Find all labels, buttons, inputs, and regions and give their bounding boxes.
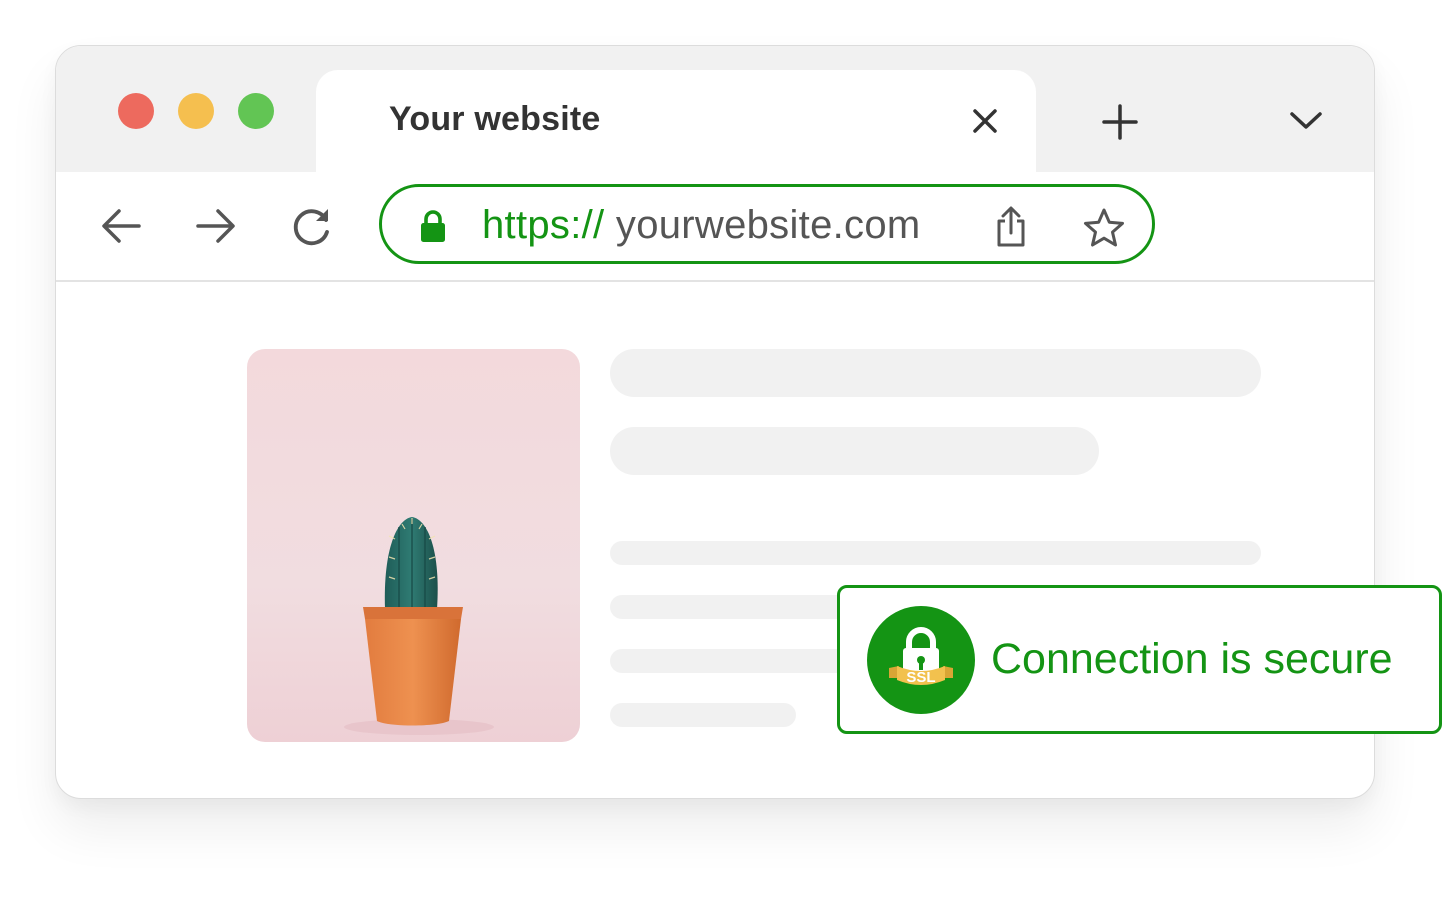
close-icon[interactable] xyxy=(971,107,999,135)
url-text[interactable]: https:// yourwebsite.com xyxy=(482,203,921,248)
share-icon[interactable] xyxy=(992,205,1030,249)
lock-icon xyxy=(421,210,445,242)
tab-title: Your website xyxy=(389,100,601,138)
title-bar: Your website xyxy=(56,46,1374,180)
close-window-button[interactable] xyxy=(118,93,154,129)
reload-icon[interactable] xyxy=(290,204,334,248)
arrow-right-icon[interactable] xyxy=(194,204,238,248)
ssl-text: SSL xyxy=(906,669,935,686)
placeholder-line xyxy=(610,703,796,727)
browser-toolbar: https:// yourwebsite.com xyxy=(56,172,1374,282)
secure-message: Connection is secure xyxy=(991,635,1393,683)
star-icon[interactable] xyxy=(1083,207,1125,249)
browser-tab[interactable]: Your website xyxy=(316,70,1036,180)
url-host: yourwebsite.com xyxy=(615,203,921,247)
chevron-down-icon[interactable] xyxy=(1289,110,1323,132)
zoom-window-button[interactable] xyxy=(238,93,274,129)
plus-icon[interactable] xyxy=(1101,103,1139,141)
ssl-label: SSL xyxy=(906,669,935,686)
arrow-left-icon[interactable] xyxy=(99,204,143,248)
placeholder-line xyxy=(610,541,1261,565)
url-scheme: https:// xyxy=(482,203,605,247)
address-bar[interactable]: https:// yourwebsite.com xyxy=(379,184,1155,264)
stage: Your website https:// yourwebsite.com SS… xyxy=(0,0,1443,900)
placeholder-line xyxy=(610,427,1099,475)
minimize-window-button[interactable] xyxy=(178,93,214,129)
placeholder-line xyxy=(610,349,1261,397)
cactus-image xyxy=(247,349,580,742)
secure-connection-card: SSL Connection is secure xyxy=(837,585,1442,734)
